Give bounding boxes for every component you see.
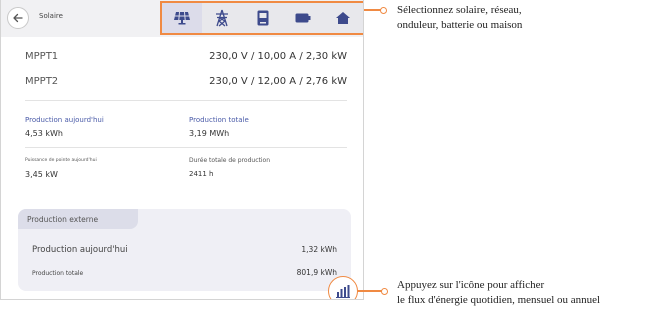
- solar-panel-icon: [174, 11, 191, 25]
- arrow-left-icon: [13, 13, 23, 23]
- annotation-text: onduleur, batterie ou maison: [397, 19, 523, 31]
- tab-grid[interactable]: [202, 3, 242, 33]
- external-production-title: Production externe: [18, 209, 138, 229]
- stat-title: Production totale: [189, 116, 249, 124]
- home-icon: [335, 12, 350, 24]
- annotation-leader-line: [357, 290, 383, 292]
- external-total-label: Production totale: [32, 270, 84, 277]
- app-screen: Solaire MPPT1 230,0 V / 10,00 A / 2,30 k…: [0, 0, 364, 300]
- stat-title: Durée totale de production: [189, 157, 270, 164]
- external-today-value: 1,32 kWh: [301, 245, 337, 254]
- mppt-row: MPPT1 230,0 V / 10,00 A / 2,30 kW: [25, 51, 347, 67]
- stat-title: Puissance de pointe aujourd'hui: [25, 158, 97, 163]
- annotation-dot: [380, 6, 387, 14]
- stat-value: 2411 h: [189, 170, 214, 178]
- battery-icon: [295, 13, 311, 23]
- divider: [25, 100, 347, 101]
- annotation-tabs: Sélectionnez solaire, réseau, onduleur, …: [397, 3, 522, 33]
- external-total-value: 801,9 kWh: [296, 268, 337, 277]
- mppt-value: 230,0 V / 12,00 A / 2,76 kW: [209, 76, 347, 87]
- external-today-label: Production aujourd'hui: [32, 245, 128, 255]
- page-title: Solaire: [39, 12, 63, 20]
- energy-flow-stats-button[interactable]: [328, 276, 358, 299]
- inverter-icon: [257, 10, 268, 26]
- back-button[interactable]: [7, 7, 29, 29]
- top-bar: Solaire: [1, 0, 363, 37]
- mppt-label: MPPT1: [25, 51, 59, 62]
- annotation-text: Appuyez sur l'icône pour afficher: [397, 279, 545, 291]
- tab-inverter[interactable]: [242, 3, 282, 33]
- tab-battery[interactable]: [283, 3, 323, 33]
- stat-title: Production aujourd'hui: [25, 116, 104, 124]
- annotation-stats-button: Appuyez sur l'icône pour afficher le flu…: [397, 278, 600, 308]
- stat-value: 4,53 kWh: [25, 129, 63, 138]
- bar-chart-icon: [336, 284, 350, 298]
- divider: [25, 147, 347, 148]
- external-production-card: Production externe Production aujourd'hu…: [18, 209, 351, 291]
- stat-value: 3,19 MWh: [189, 129, 230, 138]
- annotation-text: Sélectionnez solaire, réseau,: [397, 4, 522, 16]
- mppt-value: 230,0 V / 10,00 A / 2,30 kW: [209, 51, 347, 62]
- tab-home[interactable]: [323, 3, 363, 33]
- annotation-dot: [381, 287, 388, 295]
- tab-solar[interactable]: [162, 3, 203, 33]
- power-tower-icon: [216, 9, 229, 27]
- mppt-row: MPPT2 230,0 V / 12,00 A / 2,76 kW: [25, 76, 347, 92]
- device-tabs: [160, 1, 363, 35]
- stat-value: 3,45 kW: [25, 170, 58, 179]
- annotation-text: le flux d'énergie quotidien, mensuel ou …: [397, 294, 601, 306]
- mppt-label: MPPT2: [25, 76, 59, 87]
